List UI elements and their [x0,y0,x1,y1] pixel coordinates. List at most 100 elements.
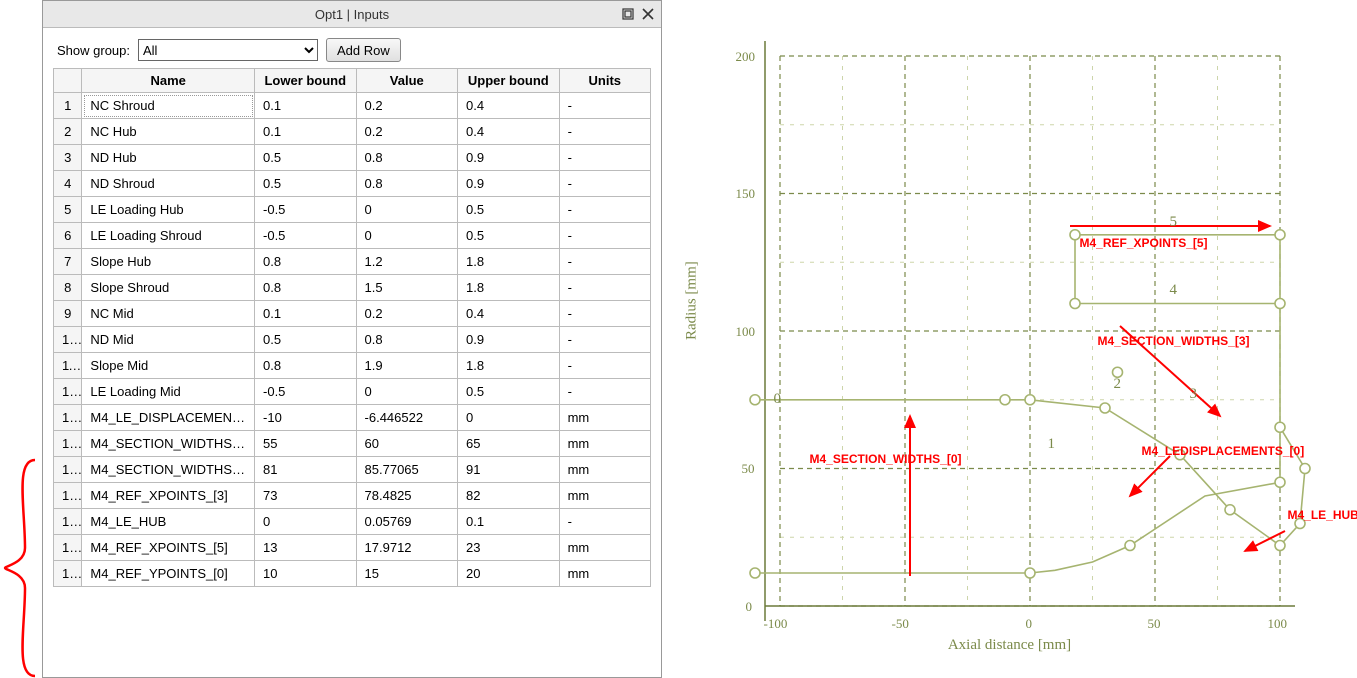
cell-upper[interactable]: 0.9 [458,327,560,353]
table-row[interactable]: 7Slope Hub0.81.21.8- [54,249,651,275]
cell-value[interactable]: 85.77065 [356,457,458,483]
cell-units[interactable]: - [559,327,650,353]
cell-name[interactable]: NC Hub [82,119,255,145]
table-row[interactable]: 18M4_REF_XPOINTS_[5]1317.971223mm [54,535,651,561]
col-name[interactable]: Name [82,69,255,93]
cell-units[interactable]: - [559,379,650,405]
cell-upper[interactable]: 0.4 [458,301,560,327]
cell-units[interactable]: - [559,145,650,171]
table-row[interactable]: 14M4_SECTION_WIDTHS_[0]556065mm [54,431,651,457]
cell-lower[interactable]: 0 [255,509,357,535]
cell-name[interactable]: NC Shroud [82,93,255,119]
table-row[interactable]: 4ND Shroud0.50.80.9- [54,171,651,197]
cell-upper[interactable]: 0.4 [458,119,560,145]
cell-upper[interactable]: 0.5 [458,379,560,405]
cell-units[interactable]: - [559,249,650,275]
cell-units[interactable]: mm [559,405,650,431]
cell-lower[interactable]: 13 [255,535,357,561]
cell-units[interactable]: mm [559,457,650,483]
cell-name[interactable]: M4_SECTION_WIDTHS_[3] [82,457,255,483]
cell-upper[interactable]: 0.9 [458,171,560,197]
cell-upper[interactable]: 0.5 [458,223,560,249]
cell-units[interactable]: - [559,171,650,197]
cell-name[interactable]: Slope Hub [82,249,255,275]
cell-value[interactable]: 0.2 [356,119,458,145]
cell-lower[interactable]: 0.5 [255,171,357,197]
cell-lower[interactable]: 0.5 [255,327,357,353]
col-upper[interactable]: Upper bound [458,69,560,93]
cell-units[interactable]: - [559,353,650,379]
cell-value[interactable]: 1.5 [356,275,458,301]
cell-lower[interactable]: 0.5 [255,145,357,171]
cell-upper[interactable]: 20 [458,561,560,587]
cell-value[interactable]: 0.2 [356,93,458,119]
cell-lower[interactable]: 0.1 [255,301,357,327]
cell-value[interactable]: 78.4825 [356,483,458,509]
cell-units[interactable]: - [559,197,650,223]
cell-value[interactable]: 15 [356,561,458,587]
cell-value[interactable]: 60 [356,431,458,457]
table-row[interactable]: 5LE Loading Hub-0.500.5- [54,197,651,223]
cell-name[interactable]: LE Loading Mid [82,379,255,405]
cell-value[interactable]: 0.8 [356,327,458,353]
cell-value[interactable]: 0 [356,197,458,223]
cell-name[interactable]: M4_LE_DISPLACEMENTS_[0] [82,405,255,431]
show-group-dropdown[interactable]: All [138,39,318,61]
close-icon[interactable] [641,7,655,21]
cell-value[interactable]: 0 [356,223,458,249]
table-row[interactable]: 17M4_LE_HUB00.057690.1- [54,509,651,535]
cell-lower[interactable]: 0.8 [255,353,357,379]
table-row[interactable]: 3ND Hub0.50.80.9- [54,145,651,171]
cell-name[interactable]: ND Mid [82,327,255,353]
cell-value[interactable]: 0 [356,379,458,405]
cell-units[interactable]: - [559,301,650,327]
cell-name[interactable]: ND Shroud [82,171,255,197]
cell-upper[interactable]: 82 [458,483,560,509]
cell-units[interactable]: mm [559,535,650,561]
add-row-button[interactable]: Add Row [326,38,401,62]
cell-name[interactable]: Slope Shroud [82,275,255,301]
cell-lower[interactable]: 81 [255,457,357,483]
cell-value[interactable]: -6.446522 [356,405,458,431]
cell-value[interactable]: 0.05769 [356,509,458,535]
cell-upper[interactable]: 0 [458,405,560,431]
cell-upper[interactable]: 1.8 [458,353,560,379]
cell-value[interactable]: 17.9712 [356,535,458,561]
cell-value[interactable]: 1.9 [356,353,458,379]
table-row[interactable]: 13M4_LE_DISPLACEMENTS_[0]-10-6.4465220mm [54,405,651,431]
cell-units[interactable]: mm [559,483,650,509]
cell-upper[interactable]: 0.1 [458,509,560,535]
table-row[interactable]: 1NC Shroud0.10.20.4- [54,93,651,119]
cell-lower[interactable]: -0.5 [255,223,357,249]
cell-name[interactable]: LE Loading Shroud [82,223,255,249]
cell-lower[interactable]: -0.5 [255,379,357,405]
cell-name[interactable]: M4_SECTION_WIDTHS_[0] [82,431,255,457]
table-row[interactable]: 10ND Mid0.50.80.9- [54,327,651,353]
cell-name[interactable]: LE Loading Hub [82,197,255,223]
cell-lower[interactable]: -0.5 [255,197,357,223]
cell-lower[interactable]: 55 [255,431,357,457]
cell-units[interactable]: - [559,223,650,249]
table-row[interactable]: 19M4_REF_YPOINTS_[0]101520mm [54,561,651,587]
col-lower[interactable]: Lower bound [255,69,357,93]
cell-lower[interactable]: 0.1 [255,93,357,119]
table-row[interactable]: 11Slope Mid0.81.91.8- [54,353,651,379]
cell-upper[interactable]: 91 [458,457,560,483]
table-row[interactable]: 12LE Loading Mid-0.500.5- [54,379,651,405]
cell-name[interactable]: M4_REF_XPOINTS_[3] [82,483,255,509]
cell-upper[interactable]: 0.4 [458,93,560,119]
cell-lower[interactable]: 10 [255,561,357,587]
cell-value[interactable]: 0.8 [356,171,458,197]
cell-name[interactable]: NC Mid [82,301,255,327]
cell-name[interactable]: M4_REF_YPOINTS_[0] [82,561,255,587]
table-row[interactable]: 8Slope Shroud0.81.51.8- [54,275,651,301]
cell-name[interactable]: Slope Mid [82,353,255,379]
col-units[interactable]: Units [559,69,650,93]
table-row[interactable]: 6LE Loading Shroud-0.500.5- [54,223,651,249]
cell-name[interactable]: ND Hub [82,145,255,171]
col-value[interactable]: Value [356,69,458,93]
cell-value[interactable]: 1.2 [356,249,458,275]
cell-lower[interactable]: 0.1 [255,119,357,145]
cell-value[interactable]: 0.8 [356,145,458,171]
cell-upper[interactable]: 65 [458,431,560,457]
